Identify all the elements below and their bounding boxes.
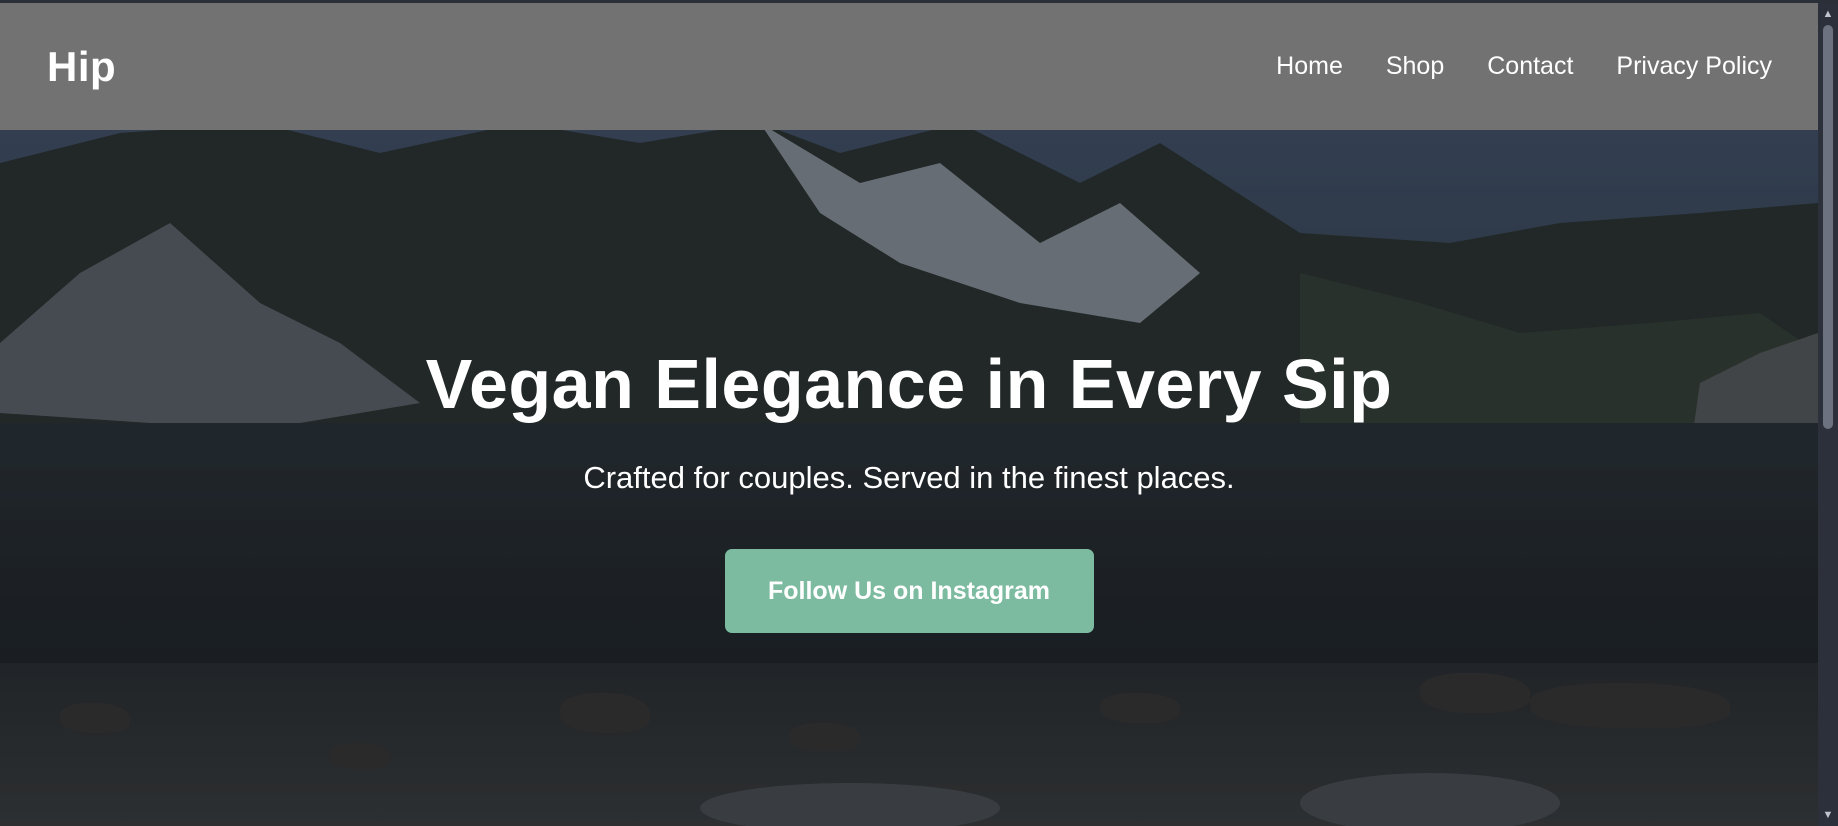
site-header: Hip Home Shop Contact Privacy Policy [0, 3, 1818, 130]
nav-item-shop[interactable]: Shop [1386, 52, 1444, 81]
nav-item-home[interactable]: Home [1276, 52, 1343, 81]
page: Hip Home Shop Contact Privacy Policy Veg… [0, 0, 1838, 826]
site-logo[interactable]: Hip [47, 43, 116, 91]
hero-content: Vegan Elegance in Every Sip Crafted for … [0, 340, 1818, 633]
chevron-down-icon[interactable]: ▼ [1818, 806, 1838, 826]
scrollbar-thumb[interactable] [1823, 25, 1833, 429]
nav-item-contact[interactable]: Contact [1487, 52, 1573, 81]
nav-item-privacy-policy[interactable]: Privacy Policy [1616, 52, 1772, 81]
page-scrollbar[interactable]: ▲ ▼ [1818, 3, 1838, 826]
hero-subtitle: Crafted for couples. Served in the fines… [583, 460, 1235, 495]
hero-title: Vegan Elegance in Every Sip [425, 345, 1393, 423]
chevron-up-icon[interactable]: ▲ [1818, 3, 1838, 23]
main-nav: Home Shop Contact Privacy Policy [1233, 52, 1772, 81]
follow-instagram-button[interactable]: Follow Us on Instagram [724, 549, 1094, 633]
